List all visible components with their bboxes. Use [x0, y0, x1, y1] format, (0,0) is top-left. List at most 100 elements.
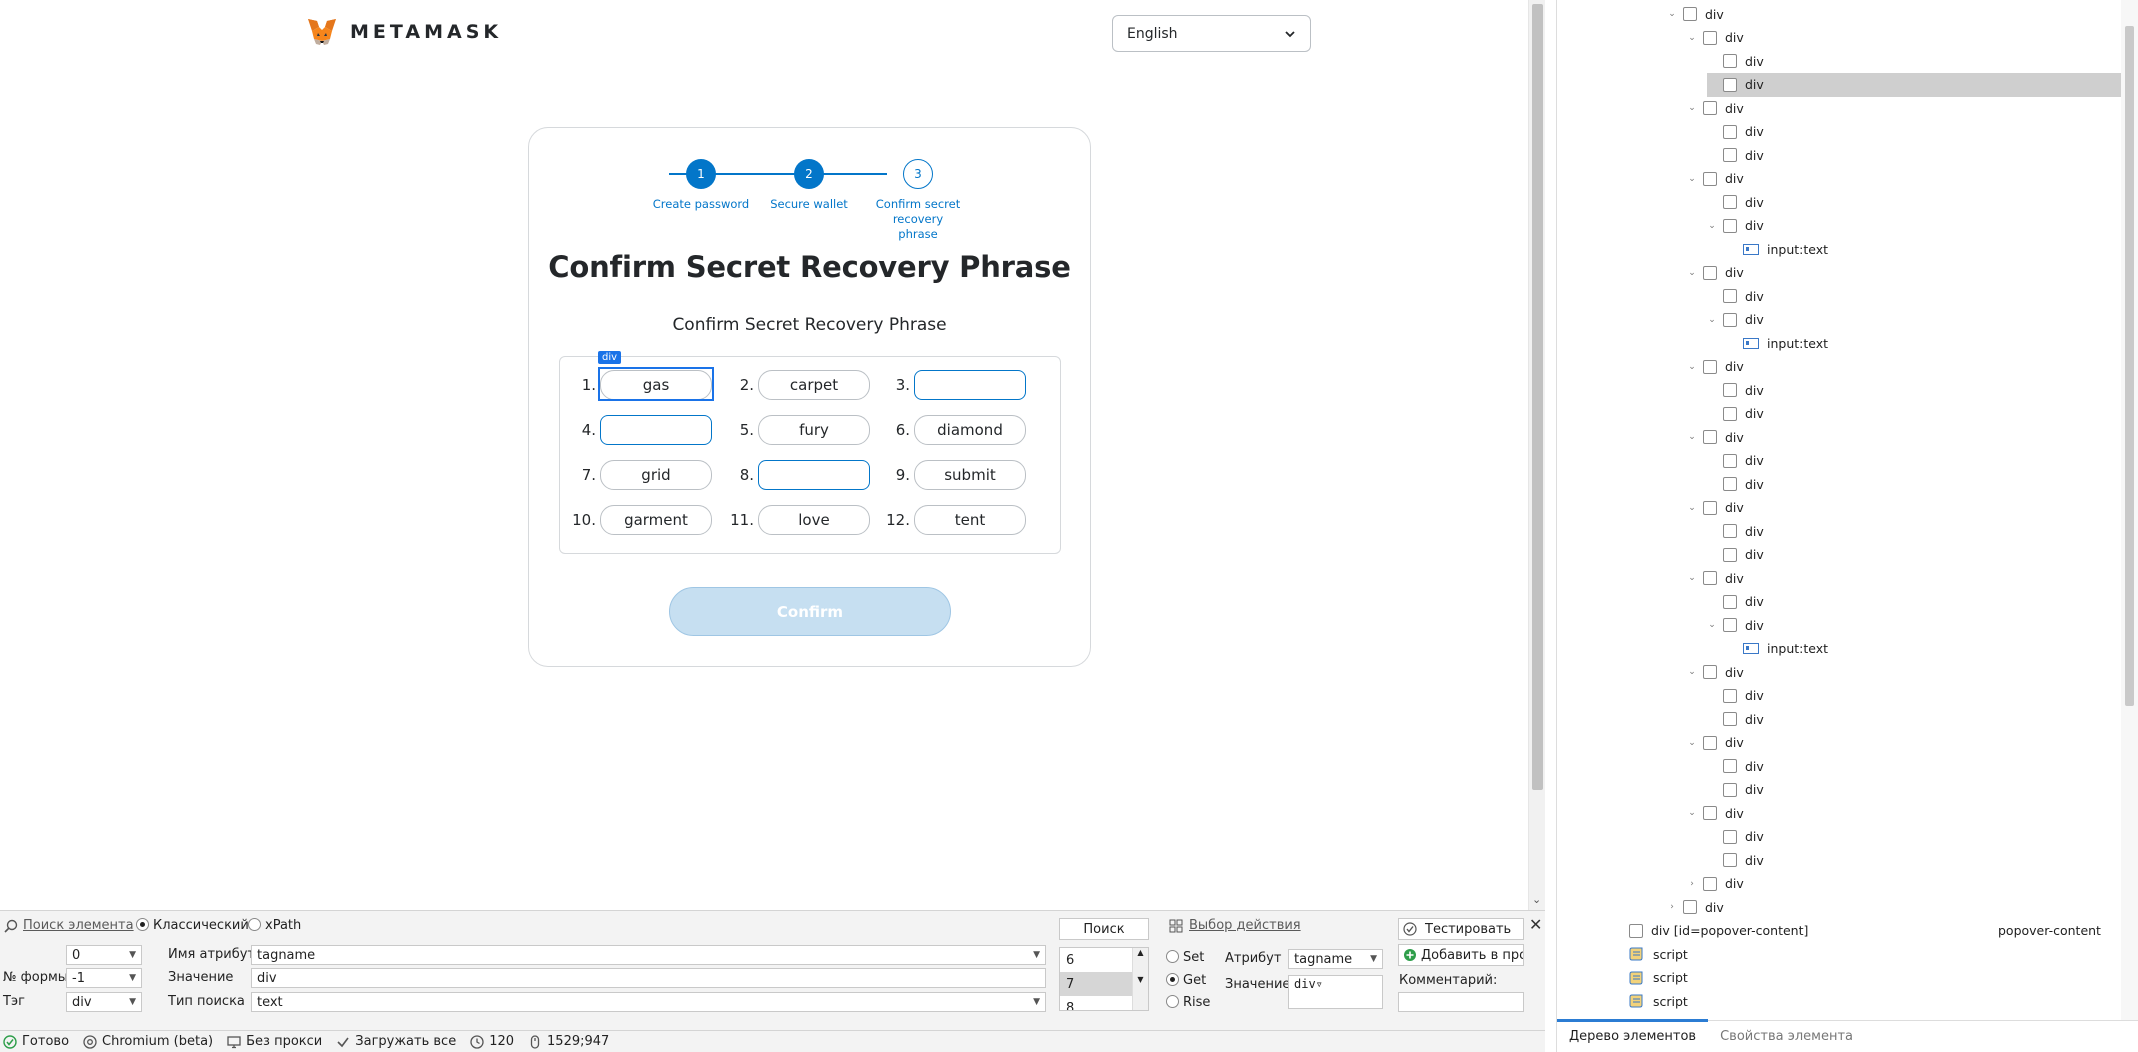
tree-node[interactable]: script [1613, 966, 2122, 990]
phrase-word-input[interactable] [600, 415, 712, 445]
checkbox[interactable] [1703, 806, 1717, 820]
tree-node[interactable]: ⌄ div [1707, 214, 2122, 238]
tree-node[interactable]: ⌄ div [1687, 96, 2122, 120]
checkbox[interactable] [1683, 900, 1697, 914]
checkbox[interactable] [1703, 101, 1717, 115]
val-field[interactable]: div▿ [1288, 975, 1383, 1009]
checkbox[interactable] [1629, 923, 1643, 938]
collapse-icon[interactable]: › [1667, 902, 1677, 912]
tree-scrollbar[interactable] [2121, 0, 2138, 1020]
checkbox[interactable] [1723, 148, 1737, 162]
attr-name-field[interactable]: tagname ▼ [251, 945, 1046, 965]
checkbox[interactable] [1723, 853, 1737, 867]
tree-node[interactable]: ⌄ div [1687, 566, 2122, 590]
viewport-scroll-thumb[interactable] [1532, 4, 1543, 790]
checkbox[interactable] [1723, 77, 1737, 92]
checkbox[interactable] [1723, 547, 1737, 562]
tree-node[interactable]: › div [1667, 895, 2122, 919]
expand-icon[interactable]: ⌄ [1667, 9, 1677, 19]
phrase-word-input[interactable] [758, 460, 870, 490]
action-select-link[interactable]: Выбор действия [1189, 918, 1301, 933]
checkbox[interactable] [1703, 665, 1717, 679]
tree-node[interactable]: ⌄ div [1687, 801, 2122, 825]
comment-field[interactable] [1398, 992, 1524, 1012]
phrase-word-input[interactable] [914, 370, 1026, 400]
checkbox[interactable] [1723, 712, 1737, 726]
expand-icon[interactable]: ⌄ [1687, 667, 1697, 677]
checkbox[interactable] [1723, 312, 1737, 327]
confirm-button[interactable]: Confirm [669, 587, 951, 636]
expand-icon[interactable]: ⌄ [1707, 620, 1717, 630]
checkbox[interactable] [1723, 195, 1737, 209]
expand-icon[interactable]: ⌄ [1687, 432, 1697, 442]
checkbox[interactable] [1723, 124, 1737, 139]
tree-node[interactable]: ⌄ div [1707, 613, 2122, 637]
tree-node[interactable]: div [1707, 543, 2122, 567]
checkbox[interactable] [1723, 54, 1737, 68]
tree-node[interactable]: div [1707, 848, 2122, 872]
expand-icon[interactable]: ⌄ [1687, 808, 1697, 818]
checkbox[interactable] [1723, 453, 1737, 468]
tab-element-tree[interactable]: Дерево элементов [1557, 1018, 1709, 1052]
tree-node[interactable]: ⌄ div [1707, 308, 2122, 332]
opt-rise-radio[interactable]: Rise [1166, 995, 1210, 1010]
checkbox[interactable] [1723, 477, 1737, 491]
expand-icon[interactable]: ⌄ [1687, 503, 1697, 513]
tree-node[interactable]: div [id=popover-content] popover-content [1613, 919, 2122, 943]
tree-node[interactable]: div [1707, 825, 2122, 849]
checkbox[interactable] [1723, 618, 1737, 632]
tree-node[interactable]: div [1707, 120, 2122, 144]
tree-node[interactable]: script [1613, 989, 2122, 1013]
index-field[interactable]: 0 ▼ [66, 945, 142, 965]
tree-node[interactable]: div [1707, 449, 2122, 473]
expand-icon[interactable]: ⌄ [1687, 268, 1697, 278]
attr-field[interactable]: tagname ▼ [1288, 949, 1383, 969]
tree-node[interactable]: div [1707, 378, 2122, 402]
tree-node[interactable]: › div [1687, 872, 2122, 896]
search-type-field[interactable]: text ▼ [251, 992, 1046, 1012]
expand-icon[interactable]: ⌄ [1687, 174, 1697, 184]
checkbox[interactable] [1703, 430, 1717, 444]
checkbox[interactable] [1723, 383, 1737, 397]
tree-scroll-thumb[interactable] [2125, 26, 2134, 706]
checkbox[interactable] [1703, 735, 1717, 750]
metamask-logo[interactable]: METAMASK [306, 17, 502, 47]
tree-node[interactable]: div [1707, 519, 2122, 543]
tree-node[interactable]: ⌄ div [1687, 496, 2122, 520]
checkbox[interactable] [1703, 265, 1717, 280]
status-timeout[interactable]: 120 [470, 1034, 514, 1049]
language-select[interactable]: English [1112, 15, 1311, 52]
checkbox[interactable] [1703, 171, 1717, 186]
checkbox[interactable] [1723, 406, 1737, 421]
tree-node[interactable]: input:text [1727, 331, 2122, 355]
tree-node[interactable]: input:text [1727, 637, 2122, 661]
tree-node[interactable]: ⌄ div [1687, 660, 2122, 684]
close-icon[interactable]: ✕ [1529, 915, 1542, 934]
results-scrollbar[interactable]: ▲ ▼ [1132, 948, 1148, 1010]
tree-node[interactable]: ⌄ div [1687, 731, 2122, 755]
status-load[interactable]: Загружать все [336, 1034, 456, 1049]
checkbox[interactable] [1723, 289, 1737, 303]
search-element-link[interactable]: Поиск элемента [23, 918, 134, 933]
add-to-project-button[interactable]: Добавить в проект [1398, 944, 1524, 966]
mode-classic-radio[interactable]: Классический [136, 918, 249, 933]
checkbox[interactable] [1703, 30, 1717, 45]
checkbox[interactable] [1703, 500, 1717, 515]
opt-get-radio[interactable]: Get [1166, 973, 1206, 988]
checkbox[interactable] [1723, 829, 1737, 844]
expand-icon[interactable]: ⌄ [1707, 221, 1717, 231]
checkbox[interactable] [1703, 571, 1717, 585]
expand-icon[interactable]: ⌄ [1687, 362, 1697, 372]
status-browser[interactable]: Chromium (beta) [83, 1034, 213, 1049]
tree-node[interactable]: ⌄ div [1667, 2, 2122, 26]
checkbox[interactable] [1723, 218, 1737, 233]
collapse-icon[interactable]: › [1687, 879, 1697, 889]
expand-icon[interactable]: ⌄ [1707, 315, 1717, 325]
tab-element-properties[interactable]: Свойства элемента [1708, 1021, 1865, 1052]
tree-node[interactable]: ⌄ div [1687, 167, 2122, 191]
tree-node[interactable]: div [1707, 590, 2122, 614]
tree-node[interactable]: ⌄ div [1687, 355, 2122, 379]
tree-node[interactable]: script [1613, 942, 2122, 966]
tree-node[interactable]: input:text [1727, 237, 2122, 261]
checkbox[interactable] [1723, 782, 1737, 797]
